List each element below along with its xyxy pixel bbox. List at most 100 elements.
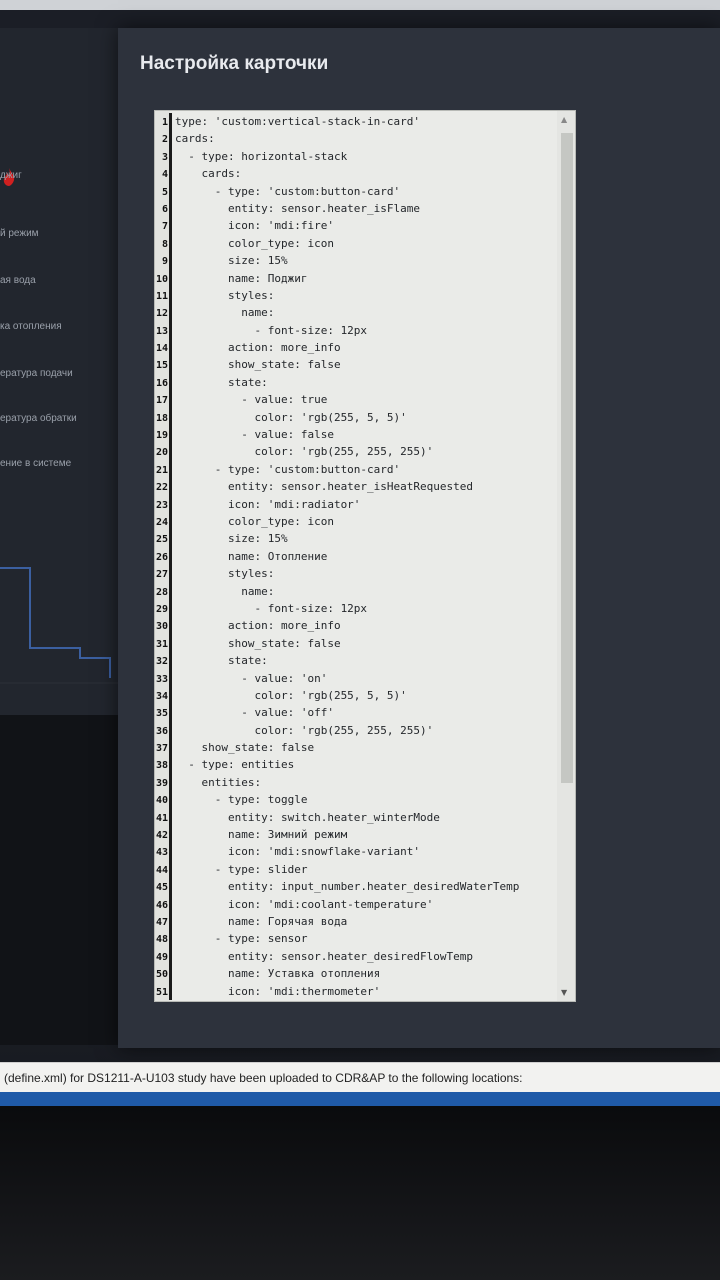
code-text[interactable]: - font-size: 12px bbox=[175, 324, 367, 337]
code-text[interactable]: styles: bbox=[175, 567, 274, 580]
code-text[interactable]: show_state: false bbox=[175, 358, 341, 371]
code-line[interactable]: 4 cards: bbox=[155, 165, 555, 183]
code-line[interactable]: 14 action: more_info bbox=[155, 339, 555, 357]
code-line[interactable]: 37 show_state: false bbox=[155, 739, 555, 757]
code-line[interactable]: 27 styles: bbox=[155, 565, 555, 583]
code-line[interactable]: 19 - value: false bbox=[155, 426, 555, 444]
code-line[interactable]: 44 - type: slider bbox=[155, 860, 555, 879]
code-text[interactable]: - font-size: 12px bbox=[175, 602, 367, 615]
code-line[interactable]: 25 size: 15% bbox=[155, 530, 555, 548]
code-text[interactable]: - type: 'custom:button-card' bbox=[175, 185, 400, 198]
code-line[interactable]: 9 size: 15% bbox=[155, 252, 555, 270]
code-text[interactable]: - value: true bbox=[175, 393, 327, 406]
code-text[interactable]: state: bbox=[175, 376, 268, 389]
code-text[interactable]: - value: 'off' bbox=[175, 706, 334, 719]
code-text[interactable]: color: 'rgb(255, 5, 5)' bbox=[175, 689, 406, 702]
left-label-winter-mode[interactable]: й режим bbox=[0, 228, 39, 239]
code-line[interactable]: 48 - type: sensor bbox=[155, 930, 555, 948]
code-text[interactable]: entity: switch.heater_winterMode bbox=[175, 811, 440, 824]
code-text[interactable]: size: 15% bbox=[175, 532, 288, 545]
code-text[interactable]: show_state: false bbox=[175, 637, 341, 650]
code-text[interactable]: cards: bbox=[175, 132, 215, 145]
code-text[interactable]: name: bbox=[175, 306, 274, 319]
code-line[interactable]: 21 - type: 'custom:button-card' bbox=[155, 460, 555, 479]
code-line[interactable]: 8 color_type: icon bbox=[155, 234, 555, 253]
code-text[interactable]: type: 'custom:vertical-stack-in-card' bbox=[175, 115, 420, 128]
code-line[interactable]: 33 - value: 'on' bbox=[155, 669, 555, 687]
code-text[interactable]: color: 'rgb(255, 255, 255)' bbox=[175, 445, 433, 458]
code-line[interactable]: 32 state: bbox=[155, 652, 555, 670]
code-text[interactable]: icon: 'mdi:coolant-temperature' bbox=[175, 898, 433, 911]
code-text[interactable]: name: Горячая вода bbox=[175, 915, 347, 928]
code-text[interactable]: color_type: icon bbox=[175, 515, 334, 528]
code-text[interactable]: name: Зимний режим bbox=[175, 828, 347, 841]
code-area[interactable]: 1 type: 'custom:vertical-stack-in-card' 2 c… bbox=[155, 113, 555, 1000]
code-line[interactable]: 17 - value: true bbox=[155, 391, 555, 409]
code-text[interactable]: styles: bbox=[175, 289, 274, 302]
code-line[interactable]: 7 icon: 'mdi:fire' bbox=[155, 217, 555, 235]
code-line[interactable]: 20 color: 'rgb(255, 255, 255)' bbox=[155, 443, 555, 461]
code-line[interactable]: 2 cards: bbox=[155, 130, 555, 148]
code-text[interactable]: entity: sensor.heater_desiredFlowTemp bbox=[175, 950, 473, 963]
left-label-flow-temp[interactable]: ература подачи bbox=[0, 368, 73, 379]
left-label-hot-water[interactable]: ая вода bbox=[0, 275, 36, 286]
code-line[interactable]: 3 - type: horizontal-stack bbox=[155, 147, 555, 166]
arrow-up-icon[interactable]: ▲ bbox=[561, 115, 567, 124]
code-text[interactable]: cards: bbox=[175, 167, 241, 180]
left-label-ignition[interactable]: джиг bbox=[0, 170, 22, 181]
code-text[interactable]: action: more_info bbox=[175, 619, 341, 632]
code-text[interactable]: - type: horizontal-stack bbox=[175, 150, 347, 163]
code-line[interactable]: 22 entity: sensor.heater_isHeatRequested bbox=[155, 478, 555, 496]
code-text[interactable]: name: Поджиг bbox=[175, 272, 307, 285]
code-line[interactable]: 16 state: bbox=[155, 373, 555, 392]
code-text[interactable]: entity: input_number.heater_desiredWater… bbox=[175, 880, 519, 893]
code-text[interactable]: entity: sensor.heater_isHeatRequested bbox=[175, 480, 473, 493]
code-text[interactable]: color_type: icon bbox=[175, 237, 334, 250]
code-text[interactable]: color: 'rgb(255, 255, 255)' bbox=[175, 724, 433, 737]
code-line[interactable]: 6 entity: sensor.heater_isFlame bbox=[155, 199, 555, 218]
scrollbar-thumb[interactable] bbox=[561, 133, 573, 783]
code-line[interactable]: 50 name: Уставка отопления bbox=[155, 965, 555, 983]
code-line[interactable]: 10 name: Поджиг bbox=[155, 269, 555, 287]
code-line[interactable]: 39 entities: bbox=[155, 773, 555, 792]
code-text[interactable]: entity: sensor.heater_isFlame bbox=[175, 202, 420, 215]
left-label-return-temp[interactable]: ература обратки bbox=[0, 413, 77, 424]
code-line[interactable]: 18 color: 'rgb(255, 5, 5)' bbox=[155, 408, 555, 427]
code-text[interactable]: name: Уставка отопления bbox=[175, 967, 380, 980]
code-text[interactable]: action: more_info bbox=[175, 341, 341, 354]
code-line[interactable]: 15 show_state: false bbox=[155, 356, 555, 374]
code-line[interactable]: 38 - type: entities bbox=[155, 756, 555, 774]
code-text[interactable]: icon: 'mdi:thermometer' bbox=[175, 985, 380, 998]
code-line[interactable]: 23 icon: 'mdi:radiator' bbox=[155, 495, 555, 513]
yaml-code-editor[interactable]: 1 type: 'custom:vertical-stack-in-card' 2 c… bbox=[154, 110, 576, 1002]
code-line[interactable]: 11 styles: bbox=[155, 286, 555, 305]
code-line[interactable]: 46 icon: 'mdi:coolant-temperature' bbox=[155, 895, 555, 913]
code-line[interactable]: 42 name: Зимний режим bbox=[155, 826, 555, 844]
code-text[interactable]: - type: toggle bbox=[175, 793, 308, 806]
code-text[interactable]: icon: 'mdi:radiator' bbox=[175, 498, 360, 511]
code-line[interactable]: 34 color: 'rgb(255, 5, 5)' bbox=[155, 686, 555, 705]
arrow-down-icon[interactable]: ▼ bbox=[561, 988, 567, 997]
code-text[interactable]: show_state: false bbox=[175, 741, 314, 754]
code-text[interactable]: - type: slider bbox=[175, 863, 308, 876]
code-text[interactable]: icon: 'mdi:fire' bbox=[175, 219, 334, 232]
code-line[interactable]: 36 color: 'rgb(255, 255, 255)' bbox=[155, 721, 555, 740]
code-line[interactable]: 1 type: 'custom:vertical-stack-in-card' bbox=[155, 113, 555, 131]
code-line[interactable]: 40 - type: toggle bbox=[155, 791, 555, 809]
code-line[interactable]: 51 icon: 'mdi:thermometer' bbox=[155, 982, 555, 1000]
code-line[interactable]: 5 - type: 'custom:button-card' bbox=[155, 182, 555, 200]
code-line[interactable]: 49 entity: sensor.heater_desiredFlowTemp bbox=[155, 947, 555, 966]
code-line[interactable]: 35 - value: 'off' bbox=[155, 704, 555, 722]
code-line[interactable]: 31 show_state: false bbox=[155, 634, 555, 653]
code-line[interactable]: 26 name: Отопление bbox=[155, 547, 555, 566]
editor-scrollbar[interactable]: ▲ ▼ bbox=[557, 111, 575, 1001]
left-label-heating-setpoint[interactable]: ка отопления bbox=[0, 321, 62, 332]
code-text[interactable]: size: 15% bbox=[175, 254, 288, 267]
code-text[interactable]: entities: bbox=[175, 776, 261, 789]
code-text[interactable]: - value: false bbox=[175, 428, 334, 441]
code-line[interactable]: 41 entity: switch.heater_winterMode bbox=[155, 808, 555, 827]
code-line[interactable]: 12 name: bbox=[155, 304, 555, 322]
code-line[interactable]: 43 icon: 'mdi:snowflake-variant' bbox=[155, 843, 555, 861]
code-line[interactable]: 29 - font-size: 12px bbox=[155, 599, 555, 618]
code-text[interactable]: - type: sensor bbox=[175, 932, 308, 945]
